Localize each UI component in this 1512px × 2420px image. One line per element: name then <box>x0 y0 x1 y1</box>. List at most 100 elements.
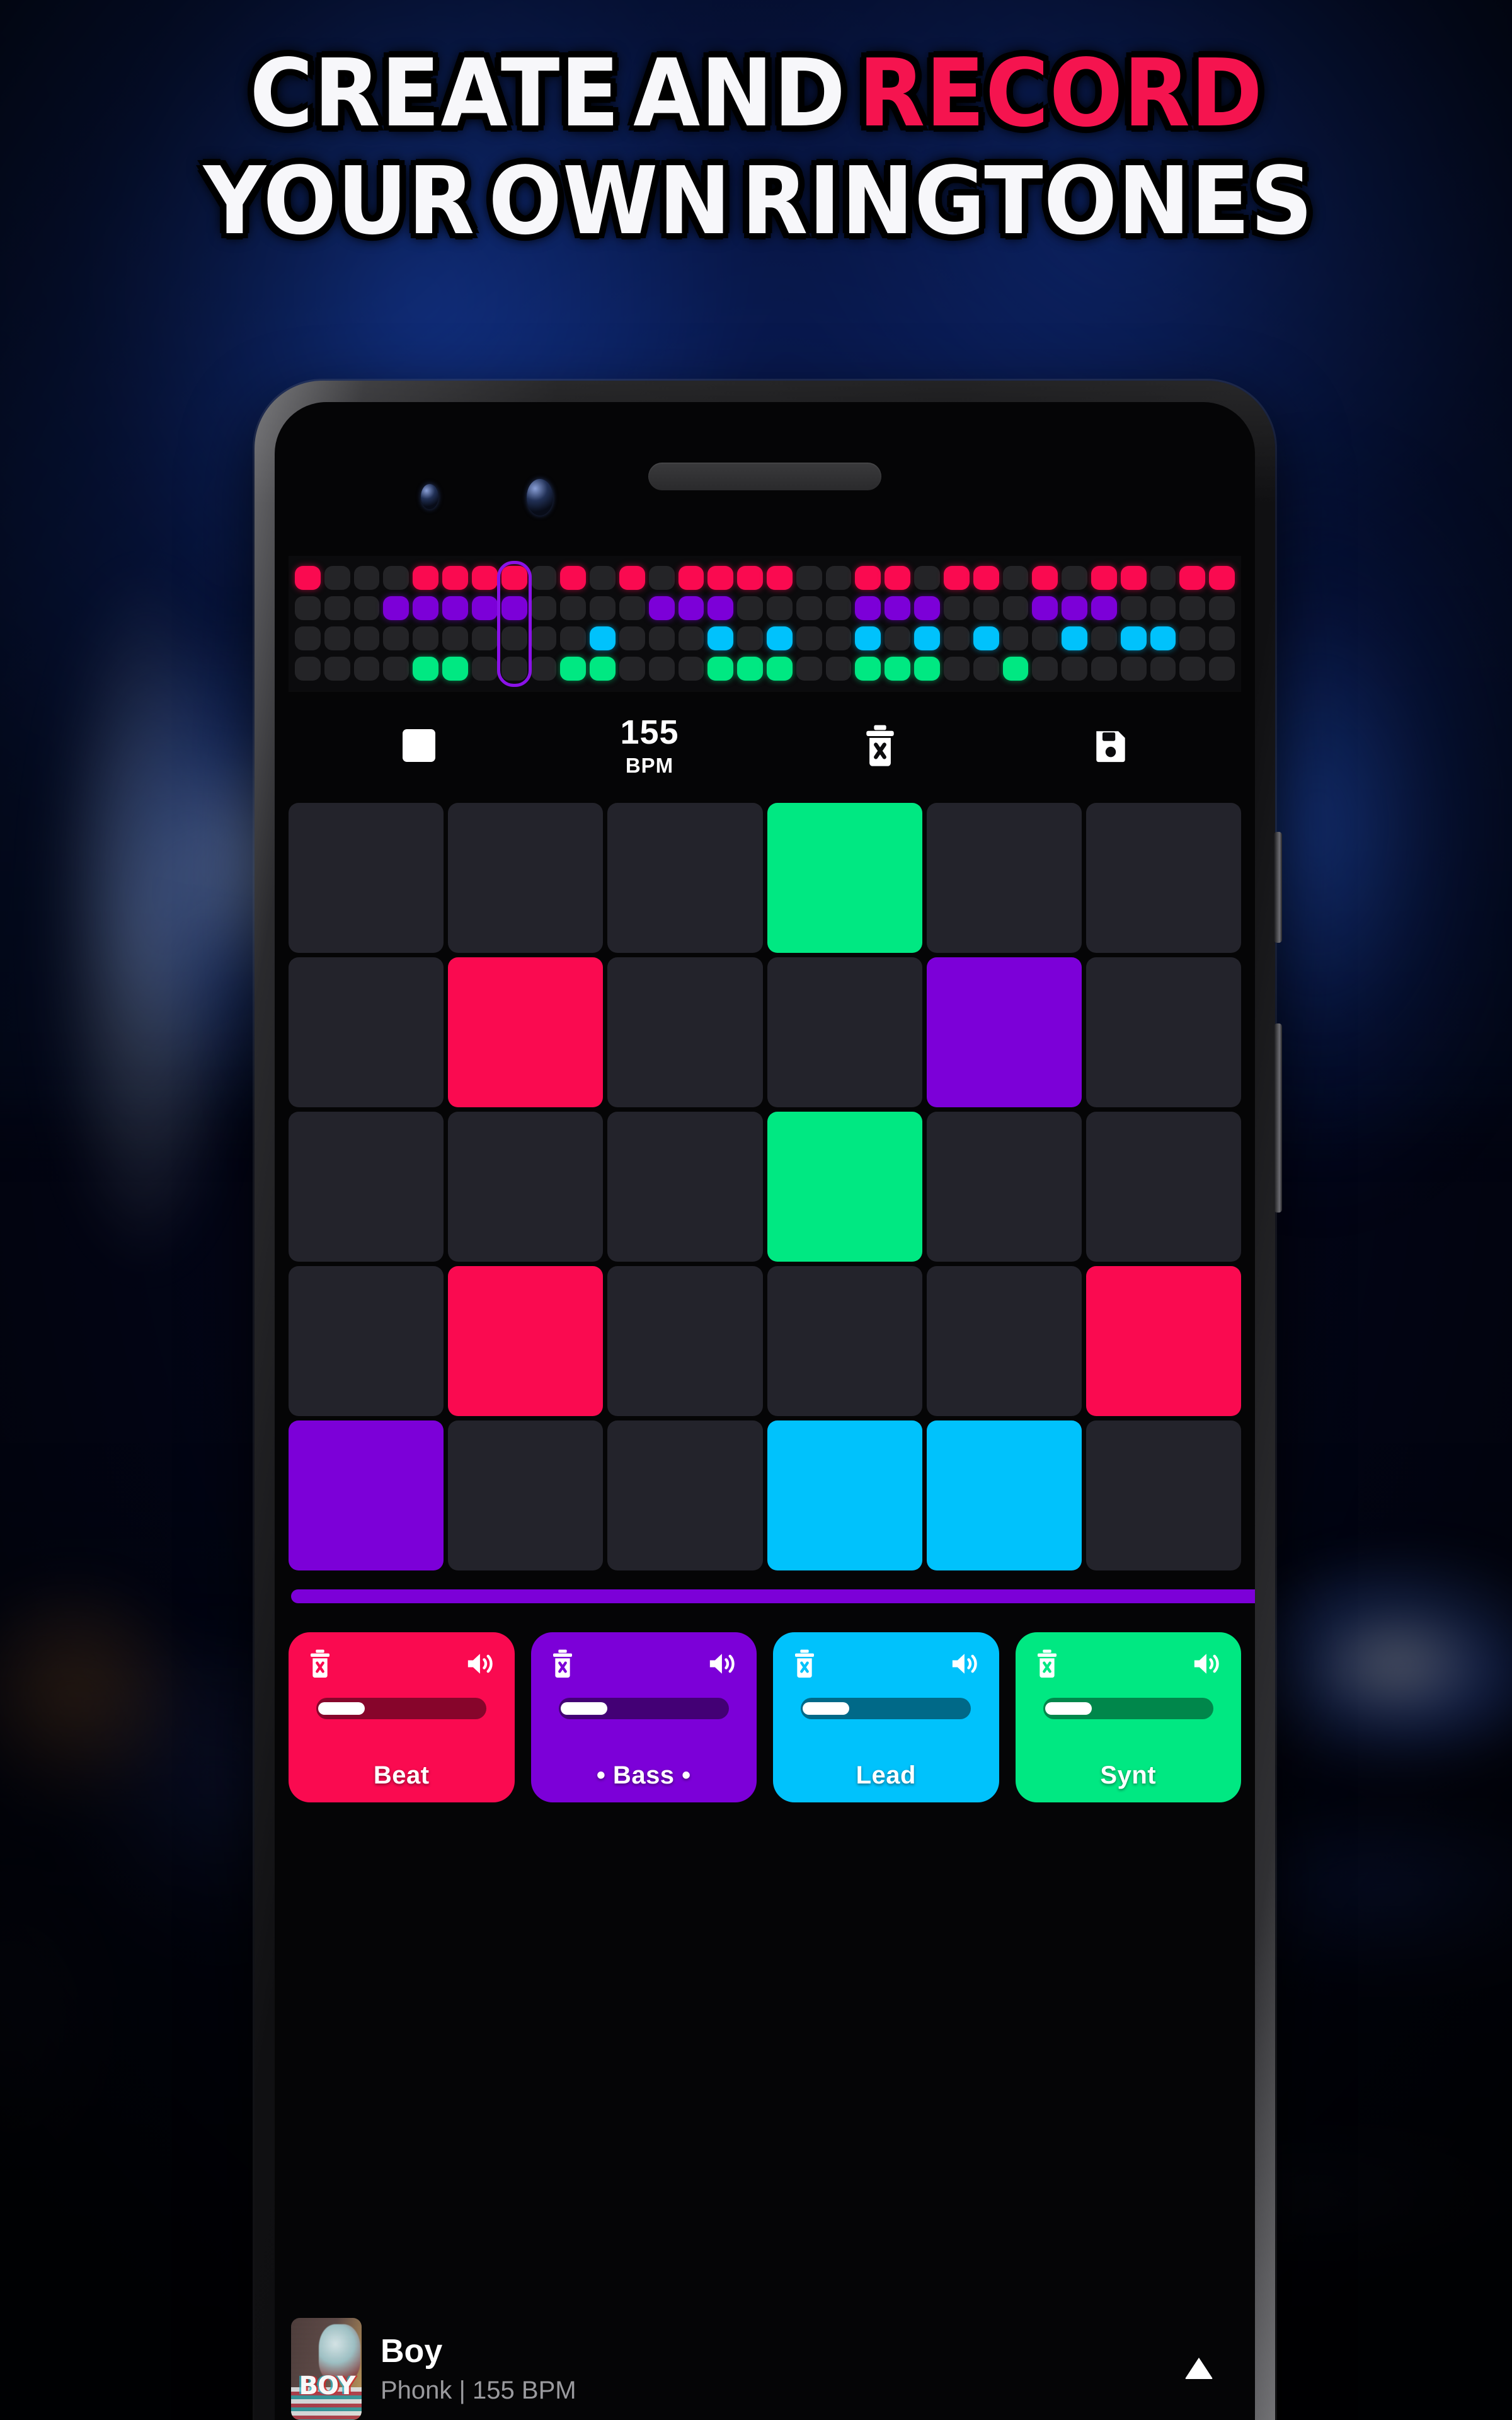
sound-pad[interactable] <box>926 1266 1082 1416</box>
sound-pad[interactable] <box>767 1420 922 1570</box>
sound-pad[interactable] <box>607 1266 763 1416</box>
led-step[interactable] <box>737 657 763 681</box>
led-step[interactable] <box>1062 566 1087 590</box>
volume-button[interactable] <box>1274 1023 1282 1213</box>
led-step[interactable] <box>383 657 410 681</box>
led-step[interactable] <box>530 596 557 620</box>
sound-pad[interactable] <box>448 1112 604 1262</box>
sound-pad[interactable] <box>767 1112 922 1262</box>
sound-pad[interactable] <box>289 1420 444 1570</box>
led-step[interactable] <box>442 626 468 650</box>
led-step[interactable] <box>825 626 852 650</box>
led-step[interactable] <box>885 657 911 681</box>
track-card[interactable]: Lead <box>773 1632 999 1802</box>
led-step[interactable] <box>560 657 587 681</box>
led-step[interactable] <box>1179 566 1206 590</box>
led-step[interactable] <box>855 626 881 650</box>
sound-pad[interactable] <box>448 803 604 953</box>
led-step[interactable] <box>885 626 911 650</box>
led-step[interactable] <box>619 596 645 620</box>
led-step[interactable] <box>560 626 587 650</box>
led-step[interactable] <box>1091 566 1117 590</box>
track-volume-icon[interactable] <box>707 1650 738 1678</box>
led-step[interactable] <box>1002 566 1029 590</box>
led-step[interactable] <box>471 596 498 620</box>
led-step[interactable] <box>324 657 350 681</box>
led-step[interactable] <box>590 566 616 590</box>
led-step[interactable] <box>1002 657 1029 681</box>
clear-all-button[interactable] <box>811 724 949 767</box>
led-step[interactable] <box>973 626 999 650</box>
led-step[interactable] <box>1062 626 1087 650</box>
led-step[interactable] <box>737 626 763 650</box>
expand-player-button[interactable] <box>1182 2355 1216 2383</box>
sound-pad[interactable] <box>926 1112 1082 1262</box>
save-button[interactable] <box>1041 726 1180 765</box>
led-step[interactable] <box>825 596 852 620</box>
led-step[interactable] <box>737 596 763 620</box>
track-volume-slider[interactable] <box>558 1698 729 1719</box>
led-step[interactable] <box>855 596 881 620</box>
led-step[interactable] <box>885 596 911 620</box>
led-step[interactable] <box>914 626 940 650</box>
led-step[interactable] <box>442 657 468 681</box>
sound-pad[interactable] <box>767 1266 922 1416</box>
led-step[interactable] <box>383 566 410 590</box>
sound-pad[interactable] <box>1085 1420 1241 1570</box>
led-step[interactable] <box>295 566 321 590</box>
led-step[interactable] <box>707 657 734 681</box>
led-step[interactable] <box>1062 596 1087 620</box>
led-step[interactable] <box>353 657 380 681</box>
track-volume-icon[interactable] <box>1192 1650 1222 1678</box>
led-step[interactable] <box>767 657 793 681</box>
led-step[interactable] <box>471 657 498 681</box>
led-step[interactable] <box>1091 626 1117 650</box>
sound-pad[interactable] <box>448 957 604 1107</box>
led-step[interactable] <box>295 596 321 620</box>
led-step[interactable] <box>707 596 734 620</box>
led-step[interactable] <box>943 596 970 620</box>
stop-button[interactable] <box>350 729 488 762</box>
led-step[interactable] <box>1120 566 1147 590</box>
track-card[interactable]: Beat <box>289 1632 515 1802</box>
led-step[interactable] <box>383 626 410 650</box>
led-step[interactable] <box>471 626 498 650</box>
led-step[interactable] <box>825 657 852 681</box>
led-step[interactable] <box>560 566 587 590</box>
track-volume-icon[interactable] <box>950 1650 980 1678</box>
led-step[interactable] <box>1150 566 1176 590</box>
led-step[interactable] <box>914 657 940 681</box>
track-volume-slider[interactable] <box>1043 1698 1213 1719</box>
power-button[interactable] <box>1274 832 1282 943</box>
sound-pad-grid[interactable] <box>289 803 1241 1570</box>
led-step[interactable] <box>1150 626 1176 650</box>
led-step[interactable] <box>648 657 675 681</box>
sound-pad[interactable] <box>289 803 444 953</box>
led-step[interactable] <box>353 626 380 650</box>
led-step[interactable] <box>678 596 704 620</box>
led-step[interactable] <box>973 657 999 681</box>
sound-pad[interactable] <box>926 803 1082 953</box>
led-step[interactable] <box>471 566 498 590</box>
led-step[interactable] <box>1120 626 1147 650</box>
sound-pad[interactable] <box>1085 1266 1241 1416</box>
led-step[interactable] <box>973 566 999 590</box>
led-step[interactable] <box>855 566 881 590</box>
led-step[interactable] <box>1179 626 1206 650</box>
sound-pad[interactable] <box>448 1266 604 1416</box>
led-step[interactable] <box>707 626 734 650</box>
led-step[interactable] <box>1091 596 1117 620</box>
led-step[interactable] <box>796 626 822 650</box>
led-step[interactable] <box>648 626 675 650</box>
led-step[interactable] <box>1209 626 1235 650</box>
led-step[interactable] <box>767 626 793 650</box>
led-step[interactable] <box>1002 596 1029 620</box>
track-clear-icon[interactable] <box>307 1649 333 1679</box>
sound-pad[interactable] <box>448 1420 604 1570</box>
sound-pad[interactable] <box>926 1420 1082 1570</box>
led-step[interactable] <box>825 566 852 590</box>
sound-pad[interactable] <box>767 803 922 953</box>
led-step[interactable] <box>943 626 970 650</box>
led-step[interactable] <box>295 626 321 650</box>
led-step[interactable] <box>1002 626 1029 650</box>
